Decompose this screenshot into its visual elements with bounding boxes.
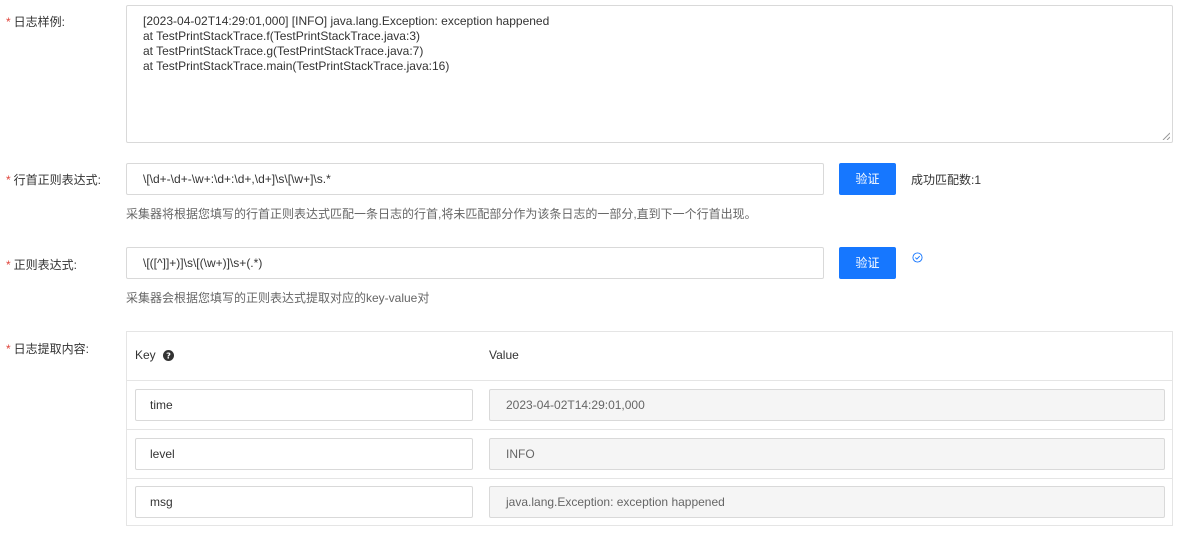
key-input[interactable]: time [135, 389, 473, 421]
regex-label: * 正则表达式: [6, 256, 77, 273]
required-mark: * [6, 258, 11, 272]
key-input[interactable]: level [135, 438, 473, 470]
table-header: Key ? Value [127, 332, 1172, 381]
table-row: msg java.lang.Exception: exception happe… [127, 478, 1172, 526]
value-field: 2023-04-02T14:29:01,000 [489, 389, 1165, 421]
question-circle-icon[interactable]: ? [163, 350, 175, 361]
log-sample-textarea[interactable]: [2023-04-02T14:29:01,000] [INFO] java.la… [126, 5, 1173, 143]
extract-label: * 日志提取内容: [6, 340, 89, 357]
verify-line-start-button[interactable]: 验证 [839, 163, 896, 195]
regex-label-text: 正则表达式: [13, 258, 78, 272]
log-sample-label-text: 日志样例: [13, 15, 66, 29]
key-column-header: Key ? [135, 348, 175, 362]
line-start-regex-label-text: 行首正则表达式: [13, 173, 102, 187]
value-column-header: Value [489, 348, 519, 362]
line-start-regex-input[interactable]: \[\d+-\d+-\w+:\d+:\d+,\d+]\s\[\w+]\s.* [126, 163, 824, 195]
extract-label-text: 日志提取内容: [13, 342, 90, 356]
resize-handle-icon[interactable] [1162, 132, 1170, 140]
extract-table: Key ? Value time 2023-04-02T14:29:01,000… [126, 331, 1173, 526]
key-header-text: Key [135, 348, 156, 362]
match-count-status: 成功匹配数:1 [911, 173, 982, 187]
regex-hint: 采集器会根据您填写的正则表达式提取对应的key-value对 [126, 291, 430, 305]
log-line: at TestPrintStackTrace.f(TestPrintStackT… [143, 29, 420, 43]
value-field: java.lang.Exception: exception happened [489, 486, 1165, 518]
log-line: at TestPrintStackTrace.g(TestPrintStackT… [143, 44, 424, 58]
value-field: INFO [489, 438, 1165, 470]
key-input[interactable]: msg [135, 486, 473, 518]
line-start-regex-hint: 采集器将根据您填写的行首正则表达式匹配一条日志的行首,将未匹配部分作为该条日志的… [126, 207, 757, 221]
required-mark: * [6, 342, 11, 356]
regex-input[interactable]: \[([^]]+)]\s\[(\w+)]\s+(.*) [126, 247, 824, 279]
log-sample-label: * 日志样例: [6, 13, 65, 30]
log-line: at TestPrintStackTrace.main(TestPrintSta… [143, 59, 450, 73]
svg-text:?: ? [166, 350, 171, 360]
table-row: level INFO [127, 430, 1172, 479]
check-circle-icon [912, 252, 923, 263]
log-line: [2023-04-02T14:29:01,000] [INFO] java.la… [143, 14, 550, 28]
required-mark: * [6, 173, 11, 187]
required-mark: * [6, 15, 11, 29]
table-row: time 2023-04-02T14:29:01,000 [127, 381, 1172, 430]
verify-regex-button[interactable]: 验证 [839, 247, 896, 279]
line-start-regex-label: * 行首正则表达式: [6, 171, 101, 188]
